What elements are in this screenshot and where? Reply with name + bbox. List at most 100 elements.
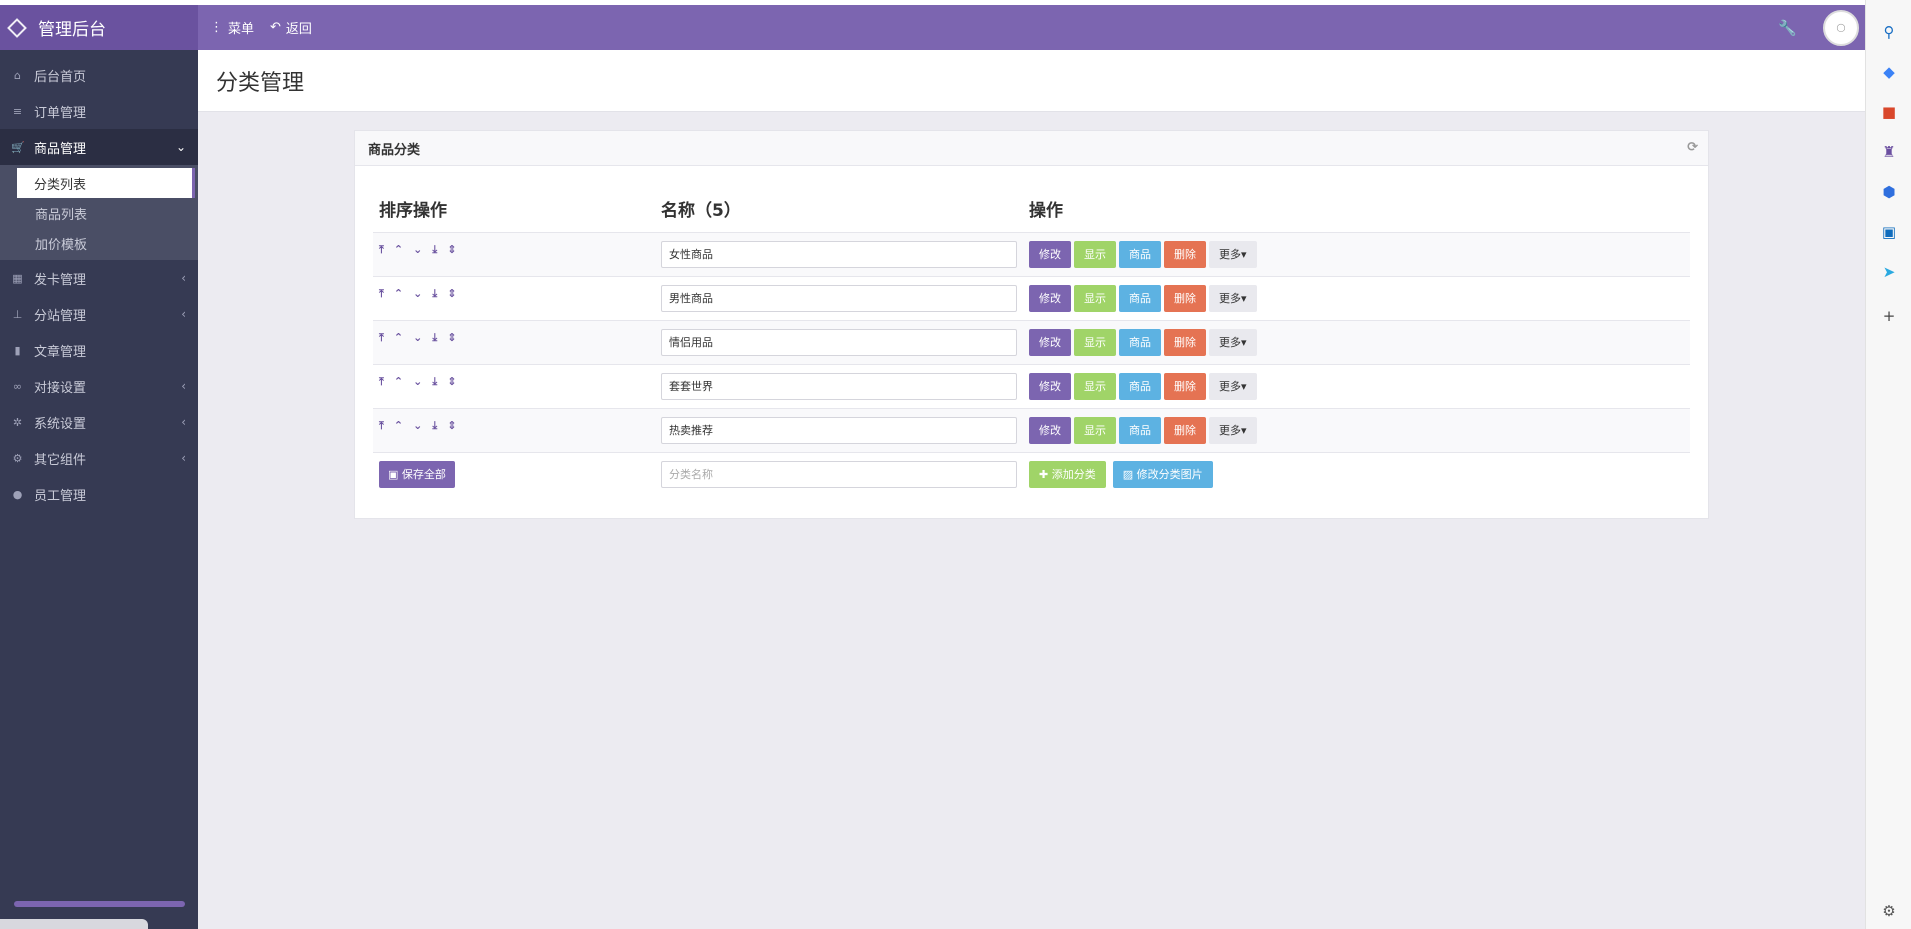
move-top-icon[interactable]: ⤒ [379,287,384,301]
category-name-input[interactable] [661,372,1017,400]
delete-button[interactable]: 删除 [1164,372,1206,400]
move-down-icon[interactable]: ⌄ [413,331,422,345]
goods-button[interactable]: 商品 [1119,240,1161,268]
edit-button[interactable]: 修改 [1029,328,1071,356]
sidebar-item-staff[interactable]: ● 员工管理 [0,476,198,512]
sidebar-item-label: 对接设置 [34,380,87,396]
toolbox-icon[interactable]: ■ [1879,102,1899,122]
sidebar-subitem-markup-template[interactable]: 加价模板 [17,228,198,258]
sort-icon[interactable]: ⇕ [447,287,456,301]
show-button[interactable]: 显示 [1074,372,1116,400]
send-icon[interactable]: ➤ [1879,262,1899,282]
tag-icon[interactable]: ◆ [1879,62,1899,82]
move-top-icon[interactable]: ⤒ [379,331,384,345]
show-button[interactable]: 显示 [1074,328,1116,356]
delete-button[interactable]: 删除 [1164,328,1206,356]
show-button[interactable]: 显示 [1074,240,1116,268]
more-dropdown-button[interactable]: 更多 ▾ [1209,372,1257,400]
save-all-button[interactable]: ▣ 保存全部 [379,460,455,488]
move-down-icon[interactable]: ⌄ [413,287,422,301]
sidebar-item-cards[interactable]: ▦ 发卡管理 ‹ [0,260,198,296]
brand[interactable]: 管理后台 [0,5,198,50]
move-up-icon[interactable]: ⌃ [394,331,403,345]
sidebar-item-home[interactable]: ⌂ 后台首页 [0,57,198,93]
sort-icon[interactable]: ⇕ [447,243,456,257]
edit-button[interactable]: 修改 [1029,240,1071,268]
sidebar-item-orders[interactable]: ≡ 订单管理 [0,93,198,129]
category-name-input[interactable] [661,416,1017,444]
sort-icon[interactable]: ⇕ [447,375,456,389]
move-up-icon[interactable]: ⌃ [394,243,403,257]
category-name-input[interactable] [661,240,1017,268]
delete-button[interactable]: 删除 [1164,416,1206,444]
more-dropdown-button[interactable]: 更多 ▾ [1209,240,1257,268]
delete-button[interactable]: 删除 [1164,284,1206,312]
move-up-icon[interactable]: ⌃ [394,375,403,389]
edit-button[interactable]: 修改 [1029,416,1071,444]
reply-icon: ↶ [270,20,281,35]
show-button[interactable]: 显示 [1074,284,1116,312]
goods-button[interactable]: 商品 [1119,416,1161,444]
more-label: 更多 [1219,380,1241,393]
chess-icon[interactable]: ♜ [1879,142,1899,162]
goods-button[interactable]: 商品 [1119,328,1161,356]
back-button[interactable]: ↶ 返回 [270,18,312,37]
page-title: 分类管理 [216,70,305,96]
sidebar-item-label: 系统设置 [34,416,87,432]
menu-button[interactable]: ⋮ 菜单 [210,18,254,37]
move-bottom-icon[interactable]: ⤓ [432,419,437,433]
sidebar-item-integration[interactable]: ∞ 对接设置 ‹ [0,368,198,404]
move-top-icon[interactable]: ⤒ [379,375,384,389]
sort-icon[interactable]: ⇕ [447,419,456,433]
move-top-icon[interactable]: ⤒ [379,419,384,433]
show-button[interactable]: 显示 [1074,416,1116,444]
new-category-name-input[interactable] [661,460,1017,488]
sidebar-item-products[interactable]: 🛒 商品管理 ⌄ [0,129,198,165]
more-dropdown-button[interactable]: 更多 ▾ [1209,328,1257,356]
chevron-down-icon: ⌄ [175,140,186,154]
edit-button[interactable]: 修改 [1029,284,1071,312]
row-actions: 修改 显示 商品 删除 更多 ▾ [1029,328,1690,356]
move-bottom-icon[interactable]: ⤓ [432,375,437,389]
category-name-input[interactable] [661,284,1017,312]
office-icon[interactable]: ⬢ [1879,182,1899,202]
sort-controls: ⤒ ⌃ ⌄ ⤓ ⇕ [379,287,655,301]
move-bottom-icon[interactable]: ⤓ [432,287,437,301]
move-down-icon[interactable]: ⌄ [413,419,422,433]
sidebar-item-label: 分站管理 [34,308,87,324]
move-up-icon[interactable]: ⌃ [394,419,403,433]
sidebar-item-articles[interactable]: ▮ 文章管理 [0,332,198,368]
move-down-icon[interactable]: ⌄ [413,243,422,257]
goods-button[interactable]: 商品 [1119,372,1161,400]
search-icon[interactable]: ⚲ [1879,22,1899,42]
refresh-icon[interactable]: ⟳ [1687,140,1698,155]
sidebar-subitem-product-list[interactable]: 商品列表 [17,198,198,228]
move-bottom-icon[interactable]: ⤓ [432,331,437,345]
user-icon: ● [12,487,23,501]
edit-category-images-button[interactable]: ▨ 修改分类图片 [1112,460,1213,488]
add-category-button[interactable]: ✚ 添加分类 [1029,460,1106,488]
wrench-icon[interactable]: 🔧 [1778,19,1797,37]
sidebar-item-components[interactable]: ⚙ 其它组件 ‹ [0,440,198,476]
grid-icon: ▦ [12,271,23,285]
move-top-icon[interactable]: ⤒ [379,243,384,257]
more-dropdown-button[interactable]: 更多 ▾ [1209,416,1257,444]
sidebar-item-label: 员工管理 [34,488,87,504]
sort-icon[interactable]: ⇕ [447,331,456,345]
move-down-icon[interactable]: ⌄ [413,375,422,389]
edit-button[interactable]: 修改 [1029,372,1071,400]
goods-button[interactable]: 商品 [1119,284,1161,312]
sidebar-subitem-category-list[interactable]: 分类列表 [17,168,195,198]
more-dropdown-button[interactable]: 更多 ▾ [1209,284,1257,312]
sidebar-scrollbar[interactable] [14,901,185,907]
settings-icon[interactable]: ⚙ [1879,901,1899,921]
sidebar-item-system[interactable]: ✲ 系统设置 ‹ [0,404,198,440]
sidebar-item-substations[interactable]: ⊥ 分站管理 ‹ [0,296,198,332]
delete-button[interactable]: 删除 [1164,240,1206,268]
add-icon[interactable]: + [1879,306,1899,326]
avatar[interactable]: ◯ [1823,9,1859,46]
category-name-input[interactable] [661,328,1017,356]
move-up-icon[interactable]: ⌃ [394,287,403,301]
move-bottom-icon[interactable]: ⤓ [432,243,437,257]
outlook-icon[interactable]: ▣ [1879,222,1899,242]
